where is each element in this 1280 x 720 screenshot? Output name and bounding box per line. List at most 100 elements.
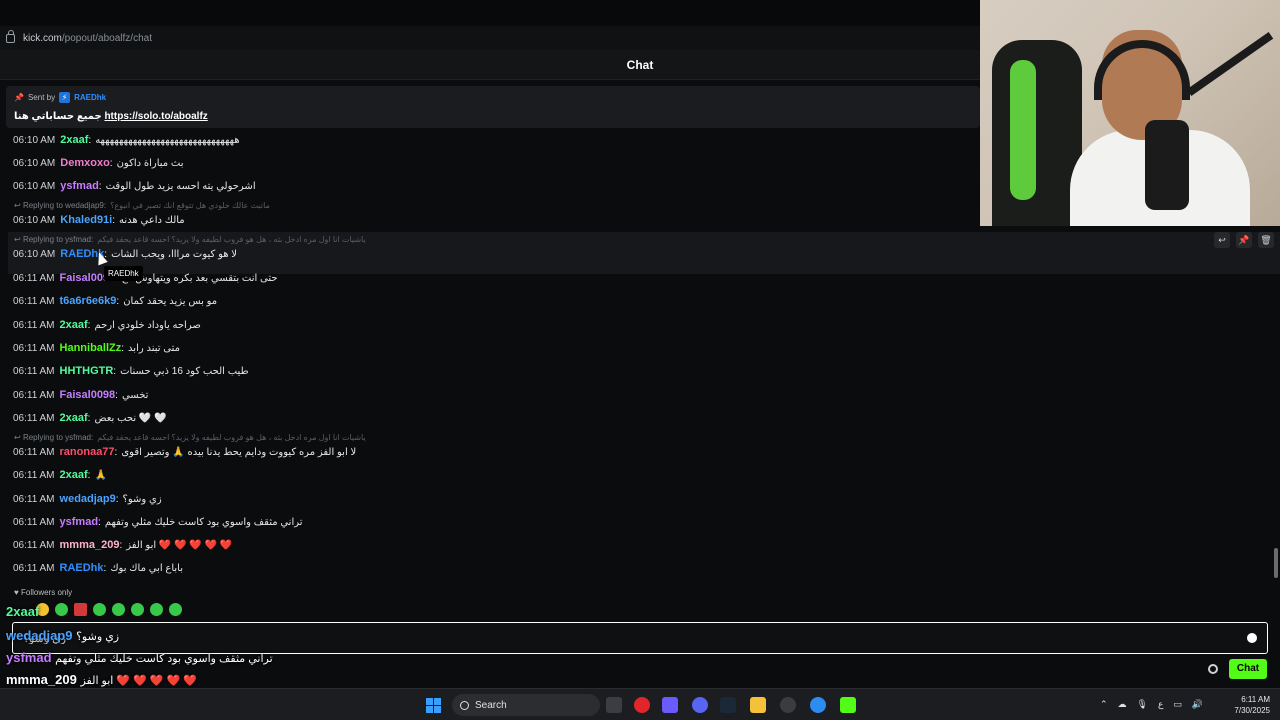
message-colon: : [119, 539, 123, 551]
gear-icon[interactable] [1208, 664, 1218, 674]
file-explorer-icon[interactable] [750, 697, 766, 713]
overlay-message: mmma_209 ابو الفز ❤️ ❤️ ❤️ ❤️ ❤️ [6, 672, 197, 687]
message-username[interactable]: ysfmad [60, 516, 99, 528]
message-username[interactable]: Faisal0098 [60, 389, 116, 401]
display-icon[interactable]: ▭ [1173, 699, 1182, 710]
message-text: ابو الفز ❤️ ❤️ ❤️ ❤️ ❤️ [126, 539, 233, 551]
reply-context[interactable]: ↩ Replying to wedadjap9: ماتبث عالك خلودي… [14, 201, 270, 211]
message-colon: : [114, 446, 118, 458]
emote-icon[interactable] [169, 603, 182, 616]
windows-start-icon[interactable] [426, 698, 441, 713]
message-username[interactable]: 2xaaf [60, 469, 88, 481]
overlay-message: ysfmad تراني مثقف واسوي بود كاست خليك مث… [6, 650, 273, 665]
message-username[interactable]: 2xaaf [60, 134, 88, 146]
chat-message-row[interactable]: 06:11 AM ranonaa77: لا ابو الفز مره كيووت … [13, 442, 1260, 462]
emote-icon[interactable] [131, 603, 144, 616]
emote-icon[interactable] [150, 603, 163, 616]
message-username[interactable]: Khaled91i [60, 214, 112, 226]
chat-message-row[interactable]: 06:11 AM ysfmad: تراني مثقف واسوي بود كاست… [13, 512, 1260, 532]
chat-message-row[interactable]: 06:11 AM mmma_209: ابو الفز ❤️ ❤️ ❤️ ❤️ ❤️ [13, 535, 1260, 555]
taskbar-clock[interactable]: 6:11 AM 7/30/2025 [1234, 694, 1270, 716]
pinned-message[interactable]: 📌 Sent by ⚡ RAEDhk جميع حساباتي هنا http… [6, 86, 980, 128]
reply-icon: ↩ [14, 235, 23, 244]
pinned-user[interactable]: RAEDhk [74, 93, 106, 102]
chat-message-row[interactable]: 06:11 AMFaisal0098:حتى انت بتقسي بعد بكر… [13, 268, 1260, 288]
url-text[interactable]: kick.com/popout/aboalfz/chat [23, 33, 152, 44]
message-username[interactable]: HHTHGTR [60, 365, 114, 377]
app-icon[interactable] [780, 697, 796, 713]
volume-icon[interactable]: 🔊 [1192, 699, 1203, 710]
chat-title: Chat [626, 57, 654, 72]
message-text: باباع ابي ماك بوك [110, 562, 184, 574]
app-icon[interactable] [662, 697, 678, 713]
reply-label: Replying to wedadjap9: [22, 201, 107, 210]
emoji-picker-icon[interactable] [1247, 633, 1257, 643]
overlay-username: 2xaaf [6, 604, 40, 619]
message-username[interactable]: Demxoxo [60, 157, 110, 169]
mic-icon[interactable]: 🎙 [1137, 699, 1148, 710]
taskbar-search[interactable]: Search [452, 694, 600, 716]
emote-icon[interactable] [112, 603, 125, 616]
delete-icon[interactable]: 🗑 [1258, 232, 1274, 248]
address-bar[interactable]: kick.com/popout/aboalfz/chat [0, 26, 980, 50]
opera-icon[interactable] [634, 697, 650, 713]
send-chat-button[interactable]: Chat [1229, 659, 1267, 679]
message-text: ههههههههههههههههههههههههههههههه [95, 134, 240, 146]
chat-message-row[interactable]: 06:11 AM RAEDhk: باباع ابي ماك بوك [13, 558, 1260, 578]
message-username[interactable]: mmma_209 [60, 539, 120, 551]
discord-icon[interactable] [692, 697, 708, 713]
emote-icon[interactable] [93, 603, 106, 616]
cloud-icon[interactable]: ☁ [1118, 699, 1127, 710]
verified-badge-icon: ⚡ [59, 92, 71, 103]
message-time: 06:10 AM [13, 134, 56, 146]
chat-message-row[interactable]: 06:11 AM 2xaaf: نحب بعض 🤍 🤍 [13, 408, 1260, 428]
overlay-message: wedadjap9 زي وشو؟ [6, 628, 119, 643]
message-time: 06:11 AM [13, 493, 55, 505]
app-icon[interactable] [810, 697, 826, 713]
reply-quote: ماتبث عالك خلودي هل تتوقع انك تصبر في ان… [110, 201, 270, 210]
followers-only-label: ♥ Followers only [14, 588, 73, 597]
emote-icon[interactable] [74, 603, 87, 616]
message-username[interactable]: ranonaa77 [60, 446, 115, 458]
language-indicator[interactable]: ع [1158, 699, 1163, 710]
webcam-feed [980, 0, 1280, 226]
message-username[interactable]: 2xaaf [60, 412, 88, 424]
message-time: 06:10 AM [13, 180, 56, 192]
message-username[interactable]: 2xaaf [60, 319, 88, 331]
message-username[interactable]: RAEDhk [60, 562, 104, 574]
reply-context[interactable]: ↩ Replying to ysfmad: ياشيات انا اول مره … [14, 235, 366, 245]
system-tray[interactable]: ⌃ ☁ 🎙 ع ▭ 🔊 [1100, 699, 1203, 710]
chat-message-row[interactable]: 06:11 AM wedadjap9: زي وشو؟ [13, 489, 1260, 509]
heart-icon: ♥ [14, 588, 19, 597]
username-tooltip: RAEDhk [104, 266, 143, 281]
message-time: 06:11 AM [13, 295, 55, 307]
taskview-icon[interactable] [606, 697, 622, 713]
message-username[interactable]: wedadjap9 [60, 493, 116, 505]
reply-icon: ↩ [14, 201, 23, 210]
chair [992, 40, 1082, 226]
reply-context[interactable]: ↩ Replying to ysfmad: ياشيات انا اول مره … [14, 433, 366, 443]
overlay-text: تراني مثقف واسوي بود كاست خليك مثلي وتفه… [55, 653, 273, 665]
chevron-up-icon[interactable]: ⌃ [1100, 699, 1108, 710]
chair-accent [1010, 60, 1036, 200]
emote-icon[interactable] [55, 603, 68, 616]
steam-icon[interactable] [720, 697, 736, 713]
chat-input[interactable] [23, 632, 1223, 644]
emote-bar[interactable] [36, 603, 182, 616]
reply-icon: ↩ [14, 433, 23, 442]
chat-message-row[interactable]: 06:11 AM t6a6r6e6k9: مو بس يزيد يحقد كمان [13, 291, 1260, 311]
chat-scrollbar[interactable] [1274, 548, 1278, 578]
chat-message-row[interactable]: 06:11 AM 2xaaf: 🙏 [13, 465, 1260, 485]
kick-icon[interactable] [840, 697, 856, 713]
message-username[interactable]: t6a6r6e6k9 [60, 295, 117, 307]
chat-message-row[interactable]: 06:11 AM HHTHGTR: طيب الحب كود 16 ذبي حسنا… [13, 361, 1260, 381]
chat-message-row[interactable]: 06:10 AM RAEDhk: لا هو كيوت مرااا، ويحب ال… [13, 244, 1260, 264]
message-time: 06:11 AM [13, 516, 55, 528]
chat-message-row[interactable]: 06:11 AM HanniballZz: متى تبند رابد [13, 338, 1260, 358]
message-time: 06:11 AM [13, 469, 55, 481]
message-username[interactable]: HanniballZz [60, 342, 122, 354]
chat-message-row[interactable]: 06:11 AM Faisal0098: تخسي [13, 385, 1260, 405]
chat-message-row[interactable]: 06:11 AM 2xaaf: صراحه ياوداد خلودي ارحم [13, 315, 1260, 335]
message-username[interactable]: ysfmad [60, 180, 99, 192]
pinned-link[interactable]: https://solo.to/aboalfz [104, 111, 207, 122]
